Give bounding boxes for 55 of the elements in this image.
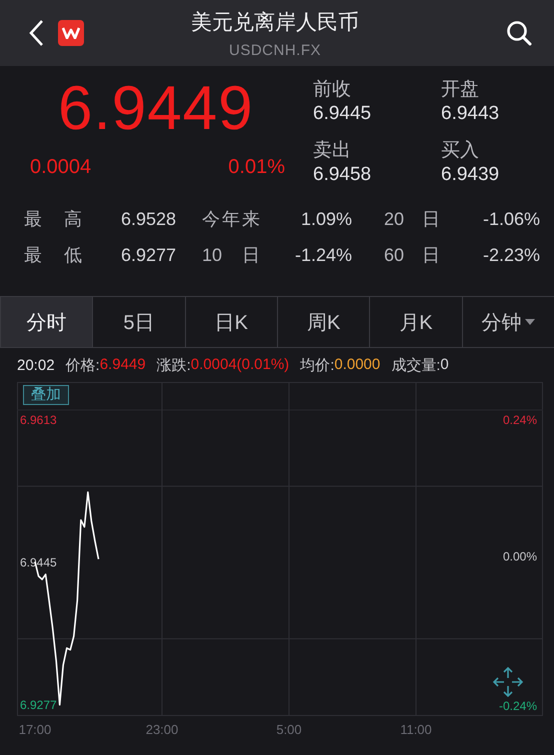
period-tab[interactable]: 5日: [92, 297, 185, 347]
period-tab[interactable]: 日K: [184, 297, 277, 347]
stat-label: 60 日: [384, 244, 440, 266]
stat-value: -1.24%: [294, 244, 352, 266]
back-icon[interactable]: [28, 19, 44, 47]
symbol-code: USDCNH.FX: [228, 42, 321, 58]
stat-label: 10 日: [202, 244, 260, 266]
info-value: 0.0004(0.01%): [190, 356, 290, 374]
field-value: 6.9458: [313, 163, 372, 187]
field-label: 前收: [313, 78, 352, 102]
search-icon[interactable]: [506, 20, 532, 46]
field-label: 卖出: [313, 139, 352, 163]
page-title: 美元兑离岸人民币: [191, 10, 359, 36]
percent-tick-label: 0.24%: [502, 413, 537, 427]
x-tick-label: 17:00: [18, 722, 52, 737]
info-label: 涨跌:: [156, 356, 191, 374]
period-tab[interactable]: 周K: [276, 297, 370, 347]
stat-value: -1.06%: [482, 208, 540, 230]
y-tick-label: 6.9277: [20, 698, 57, 712]
stat-value: -2.23%: [482, 244, 540, 266]
field-value: 6.9443: [441, 102, 500, 126]
info-value: 0.0000: [334, 356, 380, 374]
x-tick-label: 23:00: [146, 722, 178, 737]
field-label: 买入: [441, 139, 480, 163]
field-value: 6.9439: [441, 163, 500, 187]
current-price: 6.9449: [58, 78, 255, 140]
field-value: 6.9445: [313, 102, 372, 126]
stat-label: 20 日: [384, 208, 440, 230]
x-tick-label: 11:00: [400, 722, 432, 737]
info-label: 价格:: [66, 356, 100, 374]
percent-tick-label: -0.24%: [498, 699, 537, 713]
percent-tick-label: 0.00%: [502, 550, 537, 564]
percent-change: 0.01%: [228, 156, 285, 179]
expand-icon[interactable]: [492, 666, 524, 698]
price-change: 0.0004: [30, 156, 92, 179]
period-tab[interactable]: 分钟: [462, 297, 554, 347]
app-logo-icon: [58, 20, 84, 46]
info-value: 6.9449: [100, 356, 146, 374]
x-tick-label: 5:00: [276, 722, 302, 737]
field-label: 开盘: [441, 78, 480, 102]
time-label: 20:02: [17, 356, 55, 374]
y-tick-label: 6.9613: [20, 413, 57, 428]
stat-value: 6.9528: [120, 208, 176, 230]
stat-label: 今年来: [202, 208, 260, 230]
period-tab[interactable]: 分时: [0, 297, 92, 347]
stat-label: 最 高: [24, 208, 82, 230]
y-tick-label: 6.9445: [20, 556, 57, 570]
stat-value: 6.9277: [120, 244, 176, 266]
info-label: 均价:: [300, 356, 334, 374]
overlay-button[interactable]: 叠加: [23, 385, 69, 405]
info-label: 成交量:: [391, 356, 440, 374]
info-value: 0: [440, 356, 449, 374]
stat-value: 1.09%: [300, 208, 352, 230]
stat-label: 最 低: [24, 244, 82, 266]
period-tab[interactable]: 月K: [369, 297, 462, 347]
